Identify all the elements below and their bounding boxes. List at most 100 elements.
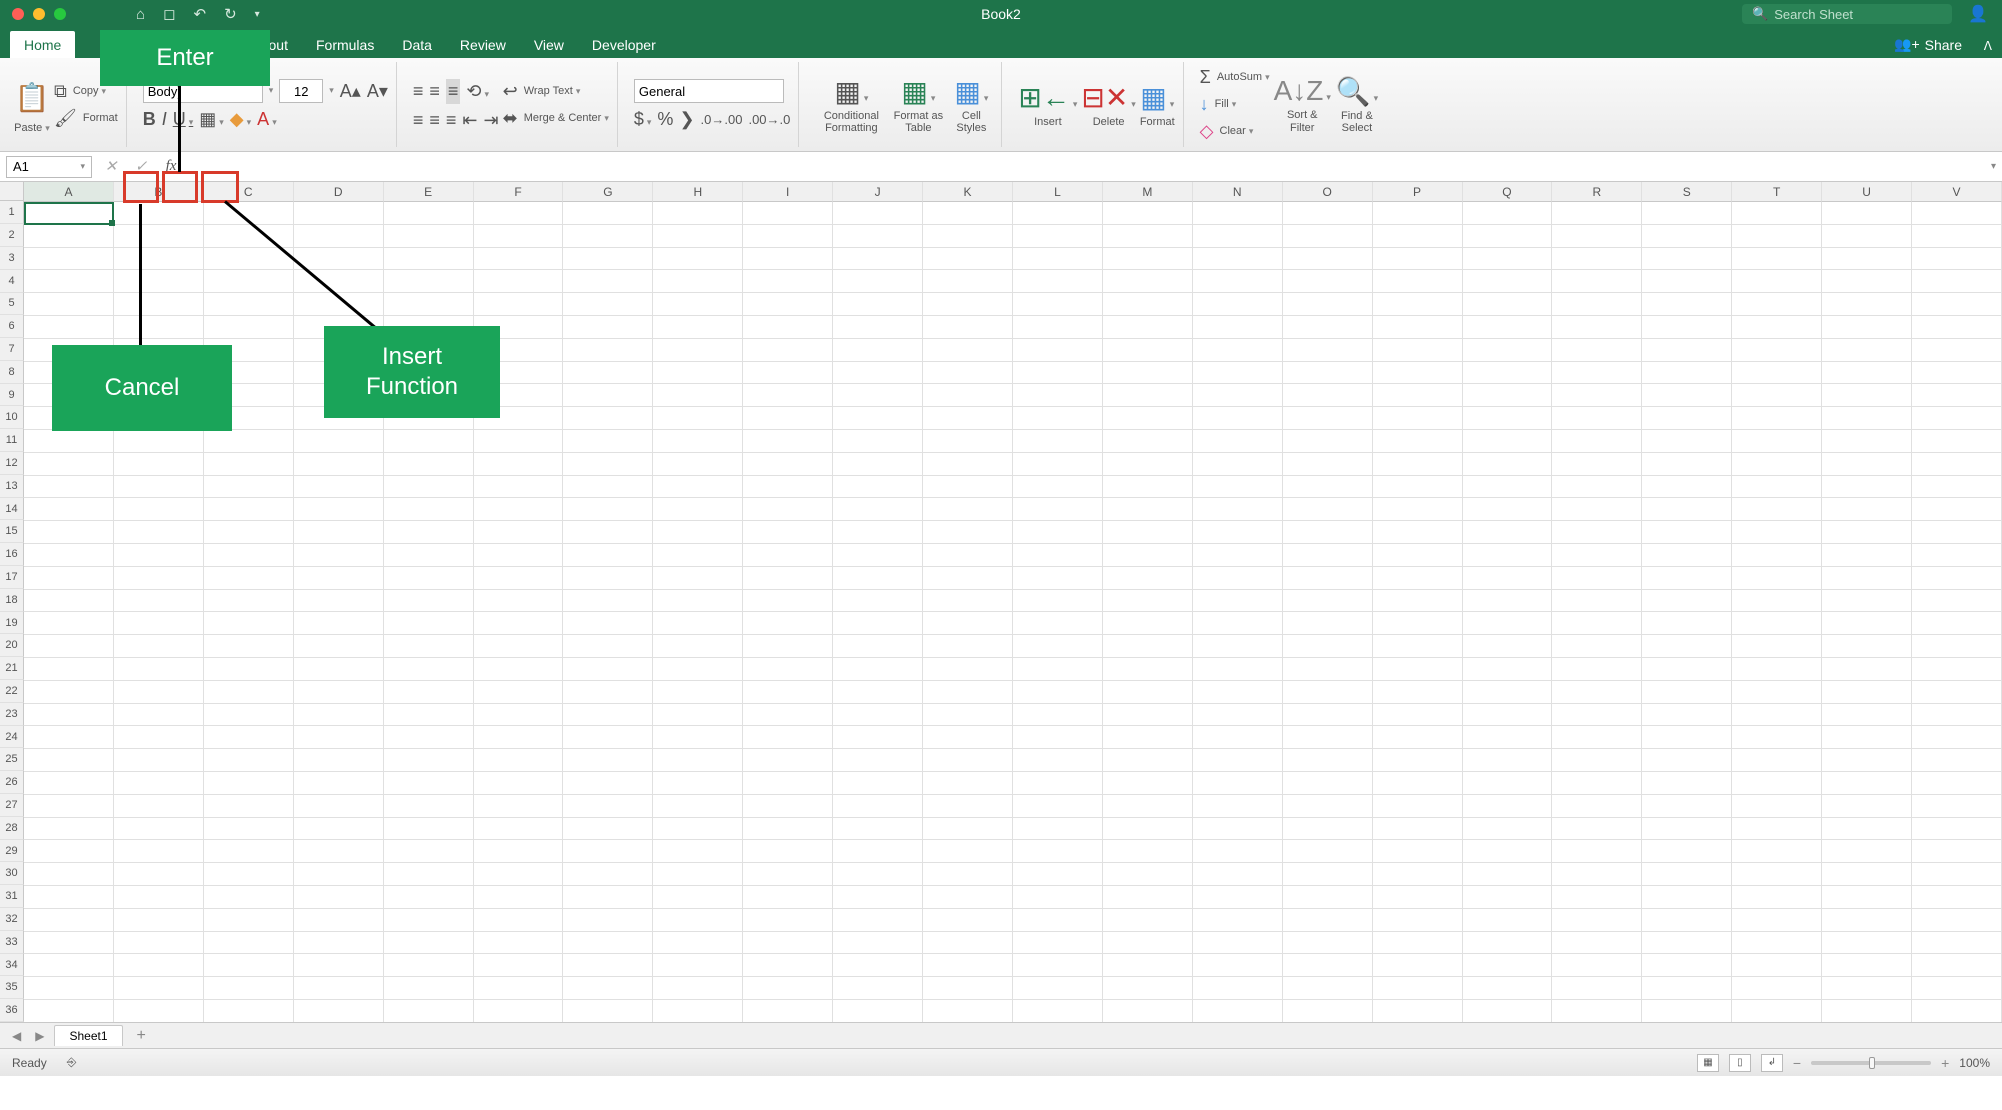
cell[interactable]: [1373, 453, 1463, 476]
cell[interactable]: [653, 658, 743, 681]
cell[interactable]: [1103, 225, 1193, 248]
cell[interactable]: [1373, 384, 1463, 407]
cell[interactable]: [1283, 202, 1373, 225]
cell[interactable]: [1822, 1000, 1912, 1022]
cell[interactable]: [653, 772, 743, 795]
cell[interactable]: [1373, 932, 1463, 955]
cell[interactable]: [1732, 498, 1822, 521]
cell[interactable]: [833, 954, 923, 977]
cell[interactable]: [1283, 840, 1373, 863]
cell[interactable]: [563, 521, 653, 544]
cell[interactable]: [1373, 863, 1463, 886]
column-header[interactable]: E: [384, 182, 474, 202]
cell[interactable]: [1103, 704, 1193, 727]
cell[interactable]: [923, 270, 1013, 293]
cell[interactable]: [1013, 339, 1103, 362]
cell[interactable]: [1912, 453, 2002, 476]
cell[interactable]: [1013, 863, 1103, 886]
cell[interactable]: [1732, 270, 1822, 293]
cell[interactable]: [653, 1000, 743, 1022]
cell[interactable]: [384, 544, 474, 567]
cell[interactable]: [1103, 612, 1193, 635]
column-header[interactable]: N: [1193, 182, 1283, 202]
cell[interactable]: [1912, 362, 2002, 385]
row-header[interactable]: 15: [0, 520, 24, 543]
cell[interactable]: [923, 476, 1013, 499]
cell[interactable]: [1732, 612, 1822, 635]
cell[interactable]: [653, 909, 743, 932]
cell[interactable]: [1552, 612, 1642, 635]
cell[interactable]: [1283, 248, 1373, 271]
cell[interactable]: [384, 202, 474, 225]
cell[interactable]: [653, 567, 743, 590]
cell[interactable]: [384, 795, 474, 818]
cell[interactable]: [1732, 362, 1822, 385]
cell[interactable]: [563, 795, 653, 818]
cell[interactable]: [384, 270, 474, 293]
cell[interactable]: [1642, 521, 1732, 544]
cell[interactable]: [563, 932, 653, 955]
cell[interactable]: [1283, 749, 1373, 772]
cell[interactable]: [653, 430, 743, 453]
font-color-button[interactable]: A: [257, 109, 277, 130]
cell[interactable]: [743, 954, 833, 977]
cell[interactable]: [294, 909, 384, 932]
cell[interactable]: [1642, 795, 1732, 818]
cell[interactable]: [1013, 954, 1103, 977]
cell[interactable]: [1373, 498, 1463, 521]
cell[interactable]: [1013, 932, 1103, 955]
sort-filter-button[interactable]: A↓Z: [1274, 75, 1331, 107]
cell[interactable]: [1463, 225, 1553, 248]
cell[interactable]: [384, 954, 474, 977]
cell[interactable]: [1283, 772, 1373, 795]
cell[interactable]: [294, 225, 384, 248]
align-right-button[interactable]: ≡: [446, 110, 457, 131]
cell[interactable]: [1283, 909, 1373, 932]
cell[interactable]: [1463, 202, 1553, 225]
cell[interactable]: [1013, 316, 1103, 339]
cell[interactable]: [1283, 954, 1373, 977]
cell[interactable]: [1373, 818, 1463, 841]
cell[interactable]: [833, 749, 923, 772]
cell[interactable]: [1822, 818, 1912, 841]
cell[interactable]: [474, 863, 564, 886]
cell[interactable]: [1283, 818, 1373, 841]
cell[interactable]: [923, 658, 1013, 681]
cell[interactable]: [1642, 749, 1732, 772]
cell[interactable]: [1463, 248, 1553, 271]
cell[interactable]: [204, 749, 294, 772]
cell[interactable]: [563, 430, 653, 453]
cell[interactable]: [1732, 681, 1822, 704]
cell[interactable]: [563, 863, 653, 886]
close-window-button[interactable]: [12, 8, 24, 20]
cell[interactable]: [923, 635, 1013, 658]
cell[interactable]: [1013, 453, 1103, 476]
cell[interactable]: [204, 726, 294, 749]
cell[interactable]: [1193, 658, 1283, 681]
row-header[interactable]: 24: [0, 726, 24, 749]
conditional-formatting-button[interactable]: ▦: [834, 75, 868, 108]
cell[interactable]: [653, 225, 743, 248]
cell[interactable]: [1103, 316, 1193, 339]
cell[interactable]: [1193, 772, 1283, 795]
cell[interactable]: [114, 476, 204, 499]
cell[interactable]: [1283, 704, 1373, 727]
zoom-out-button[interactable]: −: [1793, 1055, 1801, 1071]
cell[interactable]: [1193, 795, 1283, 818]
cell[interactable]: [204, 476, 294, 499]
increase-indent-button[interactable]: ⇥: [484, 110, 499, 131]
cell[interactable]: [1103, 202, 1193, 225]
cell[interactable]: [1552, 498, 1642, 521]
column-header[interactable]: I: [743, 182, 833, 202]
cell[interactable]: [204, 954, 294, 977]
search-sheet-input[interactable]: 🔍 Search Sheet: [1742, 4, 1952, 24]
cell[interactable]: [1552, 384, 1642, 407]
cell[interactable]: [1552, 954, 1642, 977]
cell[interactable]: [1822, 498, 1912, 521]
cell[interactable]: [563, 407, 653, 430]
cell[interactable]: [1732, 225, 1822, 248]
cell[interactable]: [1193, 932, 1283, 955]
row-header[interactable]: 4: [0, 270, 24, 293]
cell[interactable]: [833, 863, 923, 886]
cell[interactable]: [833, 453, 923, 476]
